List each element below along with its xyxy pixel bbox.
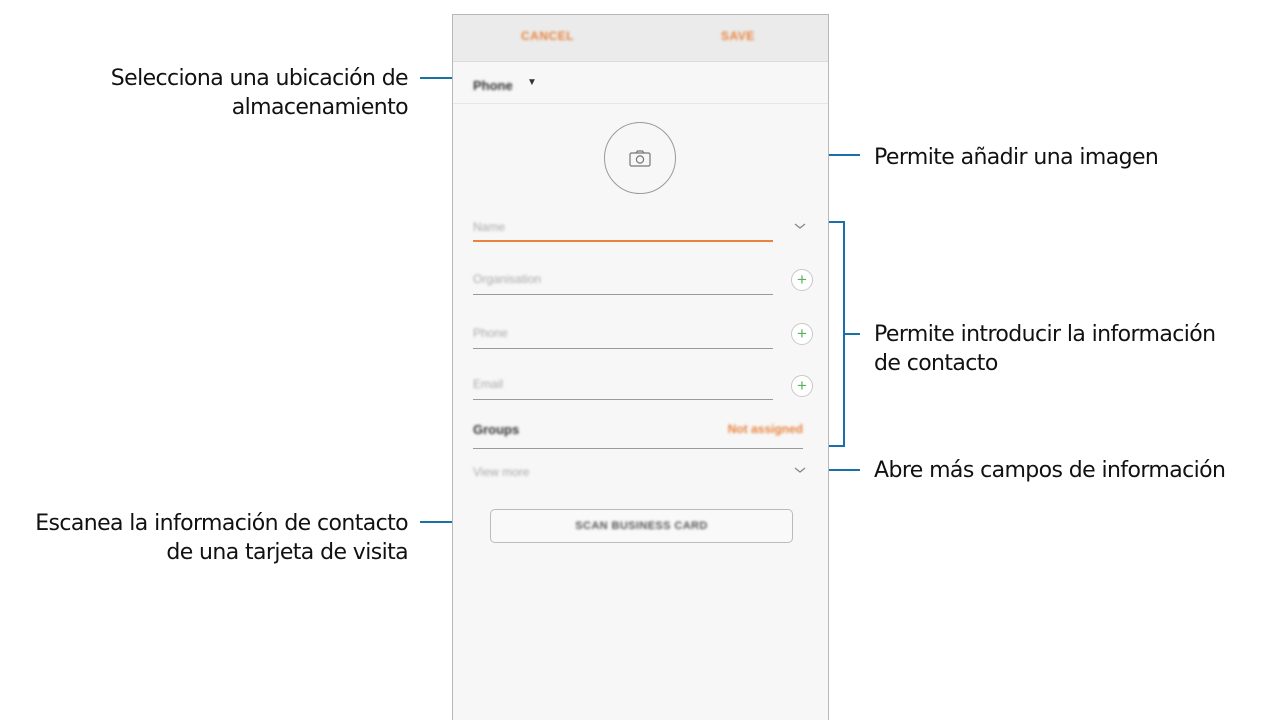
annotation-storage: Selecciona una ubicación de almacenamien…: [110, 64, 409, 122]
organisation-underline: [473, 294, 773, 295]
email-underline: [473, 399, 773, 400]
annotation-storage-line2: almacenamiento: [231, 95, 409, 120]
groups-row[interactable]: Groups Not assigned: [473, 422, 803, 449]
chevron-down-icon[interactable]: [793, 465, 807, 475]
organisation-placeholder: Organisation: [473, 272, 542, 286]
cancel-button[interactable]: CANCEL: [521, 29, 574, 43]
phone-placeholder: Phone: [473, 326, 508, 340]
annotation-storage-line1: Selecciona una ubicación de: [110, 66, 409, 91]
annotation-contact-line2: de contacto: [874, 351, 998, 376]
camera-icon: [629, 150, 651, 167]
name-underline: [473, 240, 773, 242]
add-email-plus-icon[interactable]: +: [791, 375, 813, 397]
top-action-bar: CANCEL SAVE: [453, 15, 828, 62]
groups-label: Groups: [473, 422, 520, 437]
save-button[interactable]: SAVE: [721, 29, 755, 43]
scan-business-card-button[interactable]: SCAN BUSINESS CARD: [490, 509, 793, 543]
email-placeholder: Email: [473, 377, 504, 391]
annotation-contact-line1: Permite introducir la información: [874, 322, 1216, 347]
add-phone-plus-icon[interactable]: +: [791, 323, 813, 345]
storage-location-selector[interactable]: Phone ▼: [453, 62, 828, 104]
groups-value: Not assigned: [727, 422, 803, 436]
chevron-down-icon[interactable]: [793, 221, 807, 231]
annotation-scan-line2: de una tarjeta de visita: [166, 540, 408, 565]
phone-underline: [473, 348, 773, 349]
add-organisation-plus-icon[interactable]: +: [791, 269, 813, 291]
phone-screen: CANCEL SAVE Phone ▼ Name Organisation + …: [452, 14, 829, 720]
annotation-scan-line1: Escanea la información de contacto: [35, 511, 408, 536]
annotation-scan: Escanea la información de contacto de un…: [35, 509, 408, 567]
annotation-image: Permite añadir una imagen: [874, 145, 1159, 170]
scan-business-card-label: SCAN BUSINESS CARD: [575, 520, 708, 532]
add-photo-button[interactable]: [604, 122, 676, 194]
caret-down-icon: ▼: [527, 77, 537, 88]
annotation-more-fields: Abre más campos de información: [874, 458, 1226, 483]
name-placeholder: Name: [473, 220, 506, 234]
view-more-link[interactable]: View more: [473, 465, 529, 479]
annotation-contact: Permite introducir la información de con…: [874, 320, 1216, 378]
storage-location-label: Phone: [473, 78, 513, 93]
